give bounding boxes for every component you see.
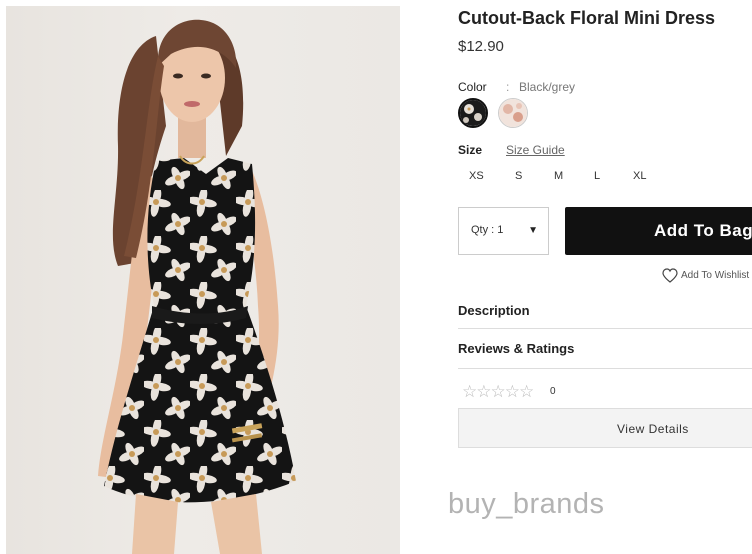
- size-option-l[interactable]: L: [594, 170, 600, 182]
- model-photo: [98, 19, 296, 554]
- product-image[interactable]: [6, 6, 400, 554]
- description-section-toggle[interactable]: Description: [458, 303, 752, 318]
- quantity-select[interactable]: Qty : 1 ▼: [458, 207, 549, 255]
- size-option-s[interactable]: S: [515, 170, 522, 182]
- color-selected-value: Black/grey: [519, 80, 576, 94]
- divider: [458, 328, 752, 329]
- reviews-section-toggle[interactable]: Reviews & Ratings: [458, 341, 752, 356]
- caret-down-icon: ▼: [528, 225, 538, 236]
- view-details-button[interactable]: View Details: [458, 408, 752, 448]
- heart-icon: [662, 268, 678, 283]
- size-label: Size: [458, 143, 483, 157]
- size-option-xs[interactable]: XS: [469, 170, 484, 182]
- add-to-bag-button[interactable]: Add To Bag: [565, 207, 752, 255]
- color-label: Color: [458, 80, 487, 94]
- product-price: $12.90: [458, 38, 504, 55]
- color-swatch-cream-pink[interactable]: [498, 98, 528, 128]
- swatch-pattern-icon: [499, 99, 527, 127]
- divider: [458, 368, 752, 369]
- size-option-xl[interactable]: XL: [633, 170, 646, 182]
- swatch-pattern-icon: [460, 100, 486, 126]
- wishlist-label: Add To Wishlist: [681, 270, 750, 281]
- color-swatch-black-grey[interactable]: [458, 98, 488, 128]
- add-to-wishlist-link[interactable]: Add To Wishlist: [662, 268, 749, 283]
- color-separator: :: [506, 80, 510, 94]
- size-guide-link[interactable]: Size Guide: [506, 143, 565, 157]
- quantity-value: Qty : 1: [471, 224, 504, 236]
- rating-count: 0: [550, 386, 556, 397]
- product-title: Cutout-Back Floral Mini Dress: [458, 8, 716, 28]
- rating-stars: ☆☆☆☆☆: [462, 382, 534, 401]
- size-option-m[interactable]: M: [554, 170, 563, 182]
- watermark-text: buy_brands: [448, 488, 605, 520]
